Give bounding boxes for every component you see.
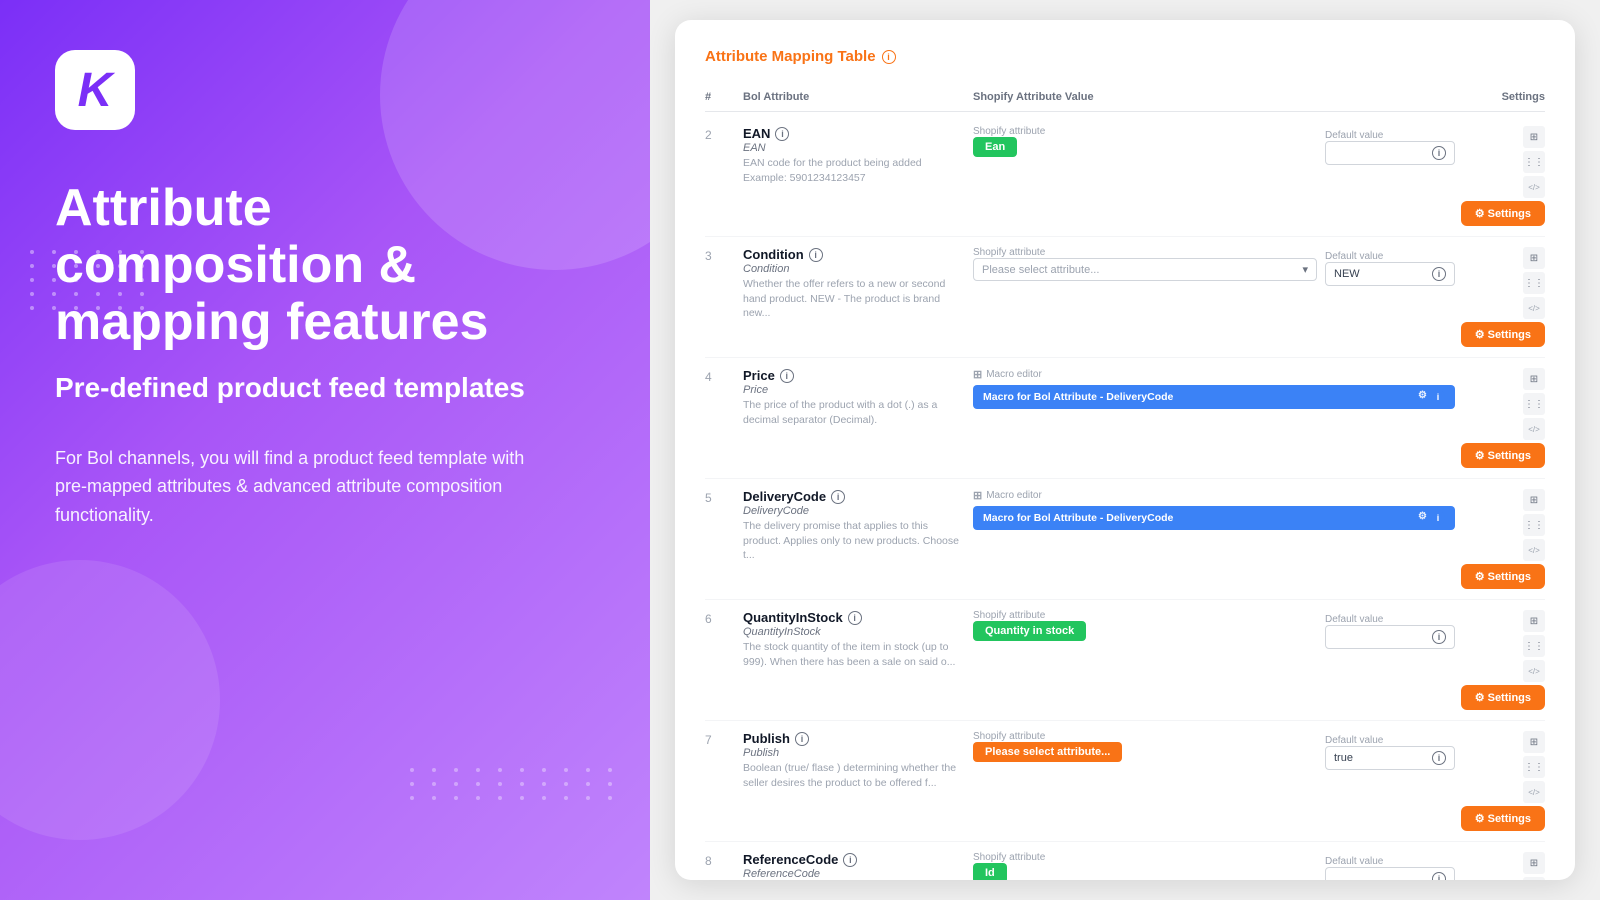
attr-info-icon[interactable]: i xyxy=(795,732,809,746)
settings-col-condition: ⊞ ⋮⋮ </> ⚙ Settings xyxy=(1465,247,1545,347)
grid-icon-btn[interactable]: ⊞ xyxy=(1523,731,1545,753)
shopify-value-badge: Quantity in stock xyxy=(973,621,1086,641)
drag-icon-btn[interactable]: ⋮⋮ xyxy=(1523,635,1545,657)
col-bol-attr: Bol Attribute xyxy=(743,91,963,103)
code-icon-btn[interactable]: </> xyxy=(1523,781,1545,803)
grid-icon-btn[interactable]: ⊞ xyxy=(1523,368,1545,390)
settings-col-publish: ⊞ ⋮⋮ </> ⚙ Settings xyxy=(1465,731,1545,831)
drag-icon-btn[interactable]: ⋮⋮ xyxy=(1523,514,1545,536)
shopify-select[interactable]: Please select attribute... ▾ xyxy=(973,258,1317,281)
default-input[interactable]: i xyxy=(1325,141,1455,165)
settings-button[interactable]: ⚙ Settings xyxy=(1461,564,1545,589)
table-row: 3 Condition i Condition Whether the offe… xyxy=(705,237,1545,358)
attr-info-icon[interactable]: i xyxy=(848,611,862,625)
bol-attr-delivery: DeliveryCode i DeliveryCode The delivery… xyxy=(743,489,963,563)
shopify-input-qty: Shopify attribute Quantity in stock Defa… xyxy=(973,610,1455,649)
drag-icon-btn[interactable]: ⋮⋮ xyxy=(1523,272,1545,294)
shopify-value-badge: Ean xyxy=(973,137,1017,157)
attr-info-icon[interactable]: i xyxy=(780,369,794,383)
table-card: Attribute Mapping Table i # Bol Attribut… xyxy=(675,20,1575,880)
left-panel: K Attribute composition & mapping featur… xyxy=(0,0,650,900)
table-header: # Bol Attribute Shopify Attribute Value … xyxy=(705,83,1545,112)
bol-attr-publish: Publish i Publish Boolean (true/ flase )… xyxy=(743,731,963,790)
table-row: 4 Price i Price The price of the product… xyxy=(705,358,1545,479)
code-icon-btn[interactable]: </> xyxy=(1523,660,1545,682)
drag-icon-btn[interactable]: ⋮⋮ xyxy=(1523,393,1545,415)
grid-icon-btn[interactable]: ⊞ xyxy=(1523,610,1545,632)
macro-info-icon[interactable]: i xyxy=(1431,390,1445,404)
col-num: # xyxy=(705,91,733,103)
default-info-icon[interactable]: i xyxy=(1432,872,1446,880)
attr-info-icon[interactable]: i xyxy=(831,490,845,504)
settings-col-price: ⊞ ⋮⋮ </> ⚙ Settings xyxy=(1465,368,1545,468)
col-shopify-value: Shopify Attribute Value xyxy=(973,91,1455,103)
settings-button[interactable]: ⚙ Settings xyxy=(1461,806,1545,831)
settings-col-ean: ⊞ ⋮⋮ </> ⚙ Settings xyxy=(1465,126,1545,226)
bol-attr-ean: EAN i EAN EAN code for the product being… xyxy=(743,126,963,185)
table-title: Attribute Mapping Table i xyxy=(705,48,1545,65)
shopify-input-price: ⊞ Macro editor Macro for Bol Attribute -… xyxy=(973,368,1455,409)
shopify-value-badge: Please select attribute... xyxy=(973,742,1122,762)
attr-info-icon[interactable]: i xyxy=(843,853,857,867)
default-info-icon[interactable]: i xyxy=(1432,146,1446,160)
macro-editor-delivery[interactable]: Macro for Bol Attribute - DeliveryCode ⚙… xyxy=(973,506,1455,530)
default-input[interactable]: i xyxy=(1325,867,1455,880)
settings-button[interactable]: ⚙ Settings xyxy=(1461,685,1545,710)
settings-button[interactable]: ⚙ Settings xyxy=(1461,322,1545,347)
table-row: 6 QuantityInStock i QuantityInStock The … xyxy=(705,600,1545,721)
attr-info-icon[interactable]: i xyxy=(809,248,823,262)
logo: K xyxy=(55,50,135,130)
settings-col-delivery: ⊞ ⋮⋮ </> ⚙ Settings xyxy=(1465,489,1545,589)
shopify-input-publish: Shopify attribute Please select attribut… xyxy=(973,731,1455,770)
settings-button[interactable]: ⚙ Settings xyxy=(1461,443,1545,468)
grid-icon-btn[interactable]: ⊞ xyxy=(1523,126,1545,148)
table-row: 2 EAN i EAN EAN code for the product bei… xyxy=(705,116,1545,237)
shopify-value-badge: Id xyxy=(973,863,1007,880)
shopify-input-delivery: ⊞ Macro editor Macro for Bol Attribute -… xyxy=(973,489,1455,530)
settings-col-refcode: ⊞ ⋮⋮ </> ⚙ Settings xyxy=(1465,852,1545,880)
attr-info-icon[interactable]: i xyxy=(775,127,789,141)
bol-attr-condition: Condition i Condition Whether the offer … xyxy=(743,247,963,321)
default-input[interactable]: true i xyxy=(1325,746,1455,770)
grid-icon-btn[interactable]: ⊞ xyxy=(1523,852,1545,874)
table-info-icon[interactable]: i xyxy=(882,50,896,64)
default-input[interactable]: i xyxy=(1325,625,1455,649)
table-row: 5 DeliveryCode i DeliveryCode The delive… xyxy=(705,479,1545,600)
code-icon-btn[interactable]: </> xyxy=(1523,539,1545,561)
default-input[interactable]: NEW i xyxy=(1325,262,1455,286)
default-info-icon[interactable]: i xyxy=(1432,267,1446,281)
bol-attr-qty: QuantityInStock i QuantityInStock The st… xyxy=(743,610,963,669)
code-icon-btn[interactable]: </> xyxy=(1523,418,1545,440)
decorative-dots-bottom xyxy=(410,768,620,800)
col-settings: Settings xyxy=(1465,91,1545,103)
default-info-icon[interactable]: i xyxy=(1432,630,1446,644)
right-panel: Attribute Mapping Table i # Bol Attribut… xyxy=(650,0,1600,900)
logo-letter: K xyxy=(78,63,113,118)
code-icon-btn[interactable]: </> xyxy=(1523,176,1545,198)
sub-heading: Pre-defined product feed templates xyxy=(55,372,595,404)
table-row: 8 ReferenceCode i ReferenceCode A value … xyxy=(705,842,1545,880)
default-info-icon[interactable]: i xyxy=(1432,751,1446,765)
grid-icon-btn[interactable]: ⊞ xyxy=(1523,489,1545,511)
drag-icon-btn[interactable]: ⋮⋮ xyxy=(1523,877,1545,880)
bol-attr-price: Price i Price The price of the product w… xyxy=(743,368,963,427)
macro-editor-price[interactable]: Macro for Bol Attribute - DeliveryCode ⚙… xyxy=(973,385,1455,409)
settings-button[interactable]: ⚙ Settings xyxy=(1461,201,1545,226)
drag-icon-btn[interactable]: ⋮⋮ xyxy=(1523,756,1545,778)
grid-icon-btn[interactable]: ⊞ xyxy=(1523,247,1545,269)
description: For Bol channels, you will find a produc… xyxy=(55,444,535,530)
shopify-input-ean: Shopify attribute Ean Default value i xyxy=(973,126,1455,165)
table-row: 7 Publish i Publish Boolean (true/ flase… xyxy=(705,721,1545,842)
shopify-input-refcode: Shopify attribute Id Default value i xyxy=(973,852,1455,880)
settings-col-qty: ⊞ ⋮⋮ </> ⚙ Settings xyxy=(1465,610,1545,710)
bol-attr-refcode: ReferenceCode i ReferenceCode A value th… xyxy=(743,852,963,880)
macro-info-icon[interactable]: i xyxy=(1431,511,1445,525)
code-icon-btn[interactable]: </> xyxy=(1523,297,1545,319)
drag-icon-btn[interactable]: ⋮⋮ xyxy=(1523,151,1545,173)
shopify-input-condition: Shopify attribute Please select attribut… xyxy=(973,247,1455,286)
main-heading: Attribute composition & mapping features xyxy=(55,180,595,352)
